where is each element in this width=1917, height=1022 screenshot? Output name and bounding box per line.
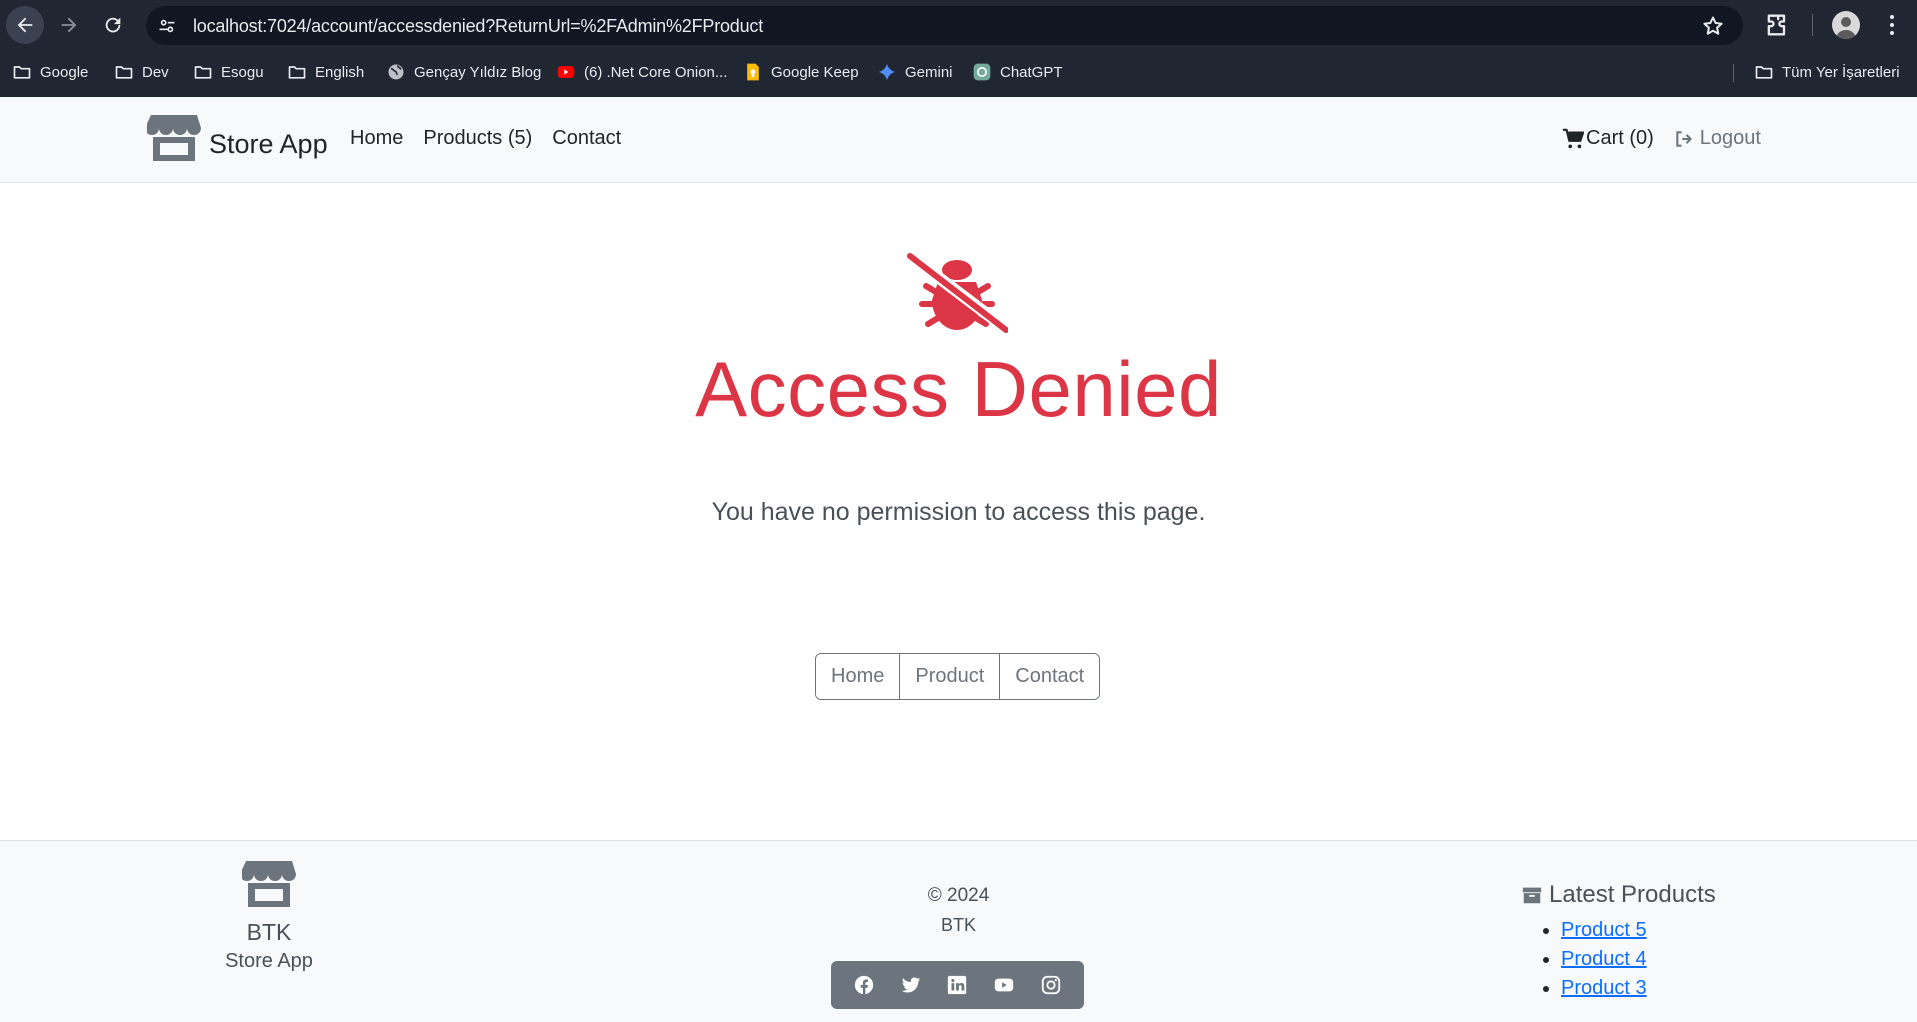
contact-button[interactable]: Contact — [1000, 654, 1100, 699]
arrow-right-icon — [61, 17, 77, 33]
youtube-icon — [557, 66, 575, 78]
brand-name: Store App — [209, 129, 328, 159]
nav-products-link[interactable]: Products (5) — [423, 127, 532, 150]
folder-icon — [288, 66, 306, 79]
logout-link[interactable]: Logout — [1674, 127, 1761, 150]
product-button[interactable]: Product — [900, 654, 1001, 699]
browser-toolbar: localhost:7024/account/accessdenied?Retu… — [0, 0, 1917, 50]
kebab-menu-icon[interactable] — [1880, 12, 1904, 38]
bookmark-label: Google Keep — [771, 63, 859, 81]
folder-icon — [194, 66, 212, 79]
bookmark-label: Gençay Yıldız Blog — [414, 63, 542, 81]
bookmark-esogu[interactable]: Esogu — [193, 60, 264, 84]
facebook-icon[interactable] — [853, 974, 875, 996]
bug-slash-icon — [906, 252, 1008, 334]
bookmarks-divider — [1733, 64, 1734, 82]
linkedin-icon[interactable] — [946, 974, 968, 996]
latest-products-title: Latest Products — [1549, 881, 1716, 908]
bookmark-label: ChatGPT — [1000, 63, 1063, 81]
bookmark-label: Esogu — [221, 63, 264, 81]
all-bookmarks-label: Tüm Yer İşaretleri — [1782, 63, 1900, 81]
url-text[interactable]: localhost:7024/account/accessdenied?Retu… — [193, 16, 763, 37]
store-icon — [147, 115, 201, 161]
social-links — [831, 961, 1084, 1009]
folder-icon — [13, 66, 31, 79]
footer-brand-subtitle: Store App — [225, 950, 313, 972]
bookmark-chatgpt[interactable]: ChatGPT — [972, 60, 1063, 84]
bookmarks-bar: Google Dev Esogu English Gençay Yıldız B… — [0, 56, 1917, 88]
youtube-icon[interactable] — [993, 974, 1015, 996]
navigation-button-group: Home Product Contact — [815, 653, 1101, 700]
bookmark-google-keep[interactable]: Google Keep — [743, 60, 859, 84]
box-icon — [1522, 887, 1542, 904]
profile-avatar[interactable] — [1832, 11, 1860, 39]
instagram-icon[interactable] — [1040, 974, 1062, 996]
bookmark-youtube[interactable]: (6) .Net Core Onion... — [556, 60, 727, 84]
page-title: Access Denied — [695, 345, 1222, 433]
bookmark-gencay-blog[interactable]: Gençay Yıldız Blog — [386, 60, 541, 84]
list-item: Product 4 — [1561, 948, 1716, 971]
latest-products: Latest Products Product 5 Product 4 Prod… — [1521, 881, 1716, 1006]
product-link[interactable]: Product 3 — [1561, 977, 1647, 999]
nav-user-actions: Cart (0) Logout — [1562, 127, 1761, 150]
twitter-icon[interactable] — [900, 974, 922, 996]
product-link[interactable]: Product 4 — [1561, 948, 1647, 970]
bookmark-dev[interactable]: Dev — [114, 60, 169, 84]
logout-label: Logout — [1699, 127, 1761, 149]
access-denied-content: Access Denied You have no permission to … — [0, 184, 1917, 840]
reload-button[interactable] — [94, 6, 132, 44]
keep-icon — [747, 63, 759, 81]
nav-home-link[interactable]: Home — [350, 127, 403, 150]
brand-link[interactable]: Store App — [147, 113, 328, 163]
site-footer: BTK Store App © 2024 BTK Latest Products… — [0, 840, 1917, 1022]
gemini-icon — [878, 63, 896, 81]
forward-button[interactable] — [50, 6, 88, 44]
bookmark-google[interactable]: Google — [12, 60, 88, 84]
address-bar[interactable]: localhost:7024/account/accessdenied?Retu… — [146, 6, 1743, 45]
bookmark-label: Google — [40, 63, 89, 81]
chatgpt-icon — [973, 63, 991, 81]
product-link[interactable]: Product 5 — [1561, 919, 1647, 941]
latest-products-heading: Latest Products — [1521, 881, 1716, 909]
logout-icon — [1676, 130, 1692, 147]
list-item: Product 3 — [1561, 977, 1716, 1000]
bookmark-label: English — [315, 63, 365, 81]
bookmark-label: (6) .Net Core Onion... — [584, 63, 728, 81]
globe-icon — [388, 64, 404, 80]
toolbar-divider — [1812, 14, 1813, 36]
bookmark-english[interactable]: English — [287, 60, 364, 84]
extensions-icon[interactable] — [1763, 11, 1791, 39]
bookmark-gemini[interactable]: Gemini — [877, 60, 953, 84]
site-info-icon[interactable] — [156, 15, 178, 37]
bookmark-label: Dev — [142, 63, 169, 81]
all-bookmarks-folder[interactable]: Tüm Yer İşaretleri — [1754, 60, 1900, 84]
home-button[interactable]: Home — [816, 654, 901, 699]
browser-chrome: localhost:7024/account/accessdenied?Retu… — [0, 0, 1917, 97]
reload-icon — [105, 17, 121, 33]
latest-products-list: Product 5 Product 4 Product 3 — [1561, 919, 1716, 1000]
arrow-left-icon — [17, 17, 33, 33]
denied-message: You have no permission to access this pa… — [711, 498, 1206, 526]
cart-icon — [1562, 128, 1584, 148]
back-button[interactable] — [6, 6, 44, 44]
cart-label: Cart (0) — [1586, 127, 1654, 149]
nav-links: Home Products (5) Contact — [350, 127, 621, 150]
folder-icon — [1755, 66, 1773, 79]
site-navbar: Store App Home Products (5) Contact Cart… — [0, 97, 1917, 183]
bookmark-label: Gemini — [905, 63, 953, 81]
cart-link[interactable]: Cart (0) — [1562, 127, 1654, 150]
list-item: Product 5 — [1561, 919, 1716, 942]
bookmark-star-icon[interactable] — [1701, 14, 1725, 38]
nav-contact-link[interactable]: Contact — [552, 127, 621, 150]
folder-icon — [115, 66, 133, 79]
